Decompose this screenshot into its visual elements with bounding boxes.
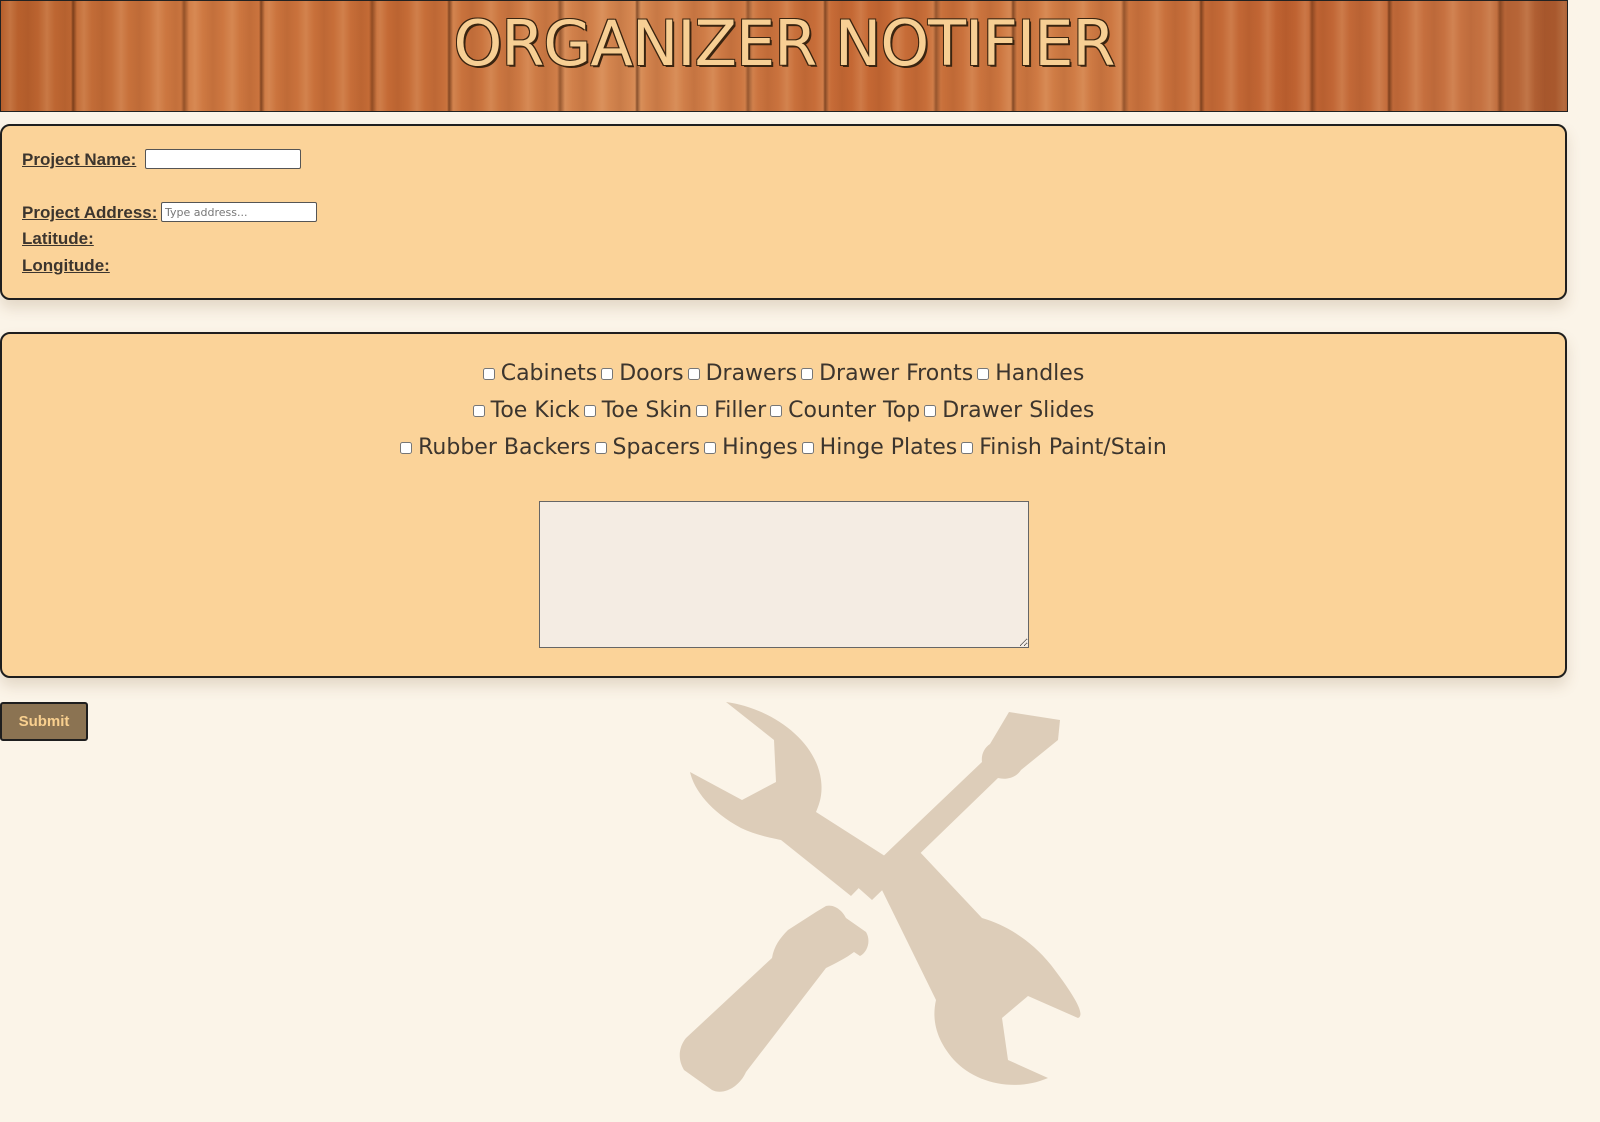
items-panel: Cabinets Doors Drawers Drawer Fronts Handles… xyxy=(0,332,1567,678)
checkbox-toe-kick[interactable] xyxy=(472,405,485,417)
longitude-label: Longitude: xyxy=(22,256,110,275)
checkbox-item-hinges[interactable]: Hinges xyxy=(704,430,798,467)
checkbox-cabinets[interactable] xyxy=(482,368,495,381)
notes-textarea[interactable] xyxy=(539,501,1029,648)
checkbox-label: Rubber Backers xyxy=(418,434,591,460)
checkbox-hinge-plates[interactable] xyxy=(801,441,814,454)
checkbox-row: Cabinets Doors Drawers Drawer Fronts Handles xyxy=(2,356,1565,393)
checkbox-label: Handles xyxy=(995,361,1085,386)
checkbox-label: Finish Paint/Stain xyxy=(979,434,1167,460)
checkbox-label: Doors xyxy=(619,361,684,386)
checkbox-row: Rubber Backers Spacers Hinges Hinge Plates F… xyxy=(2,430,1565,467)
latitude-label: Latitude: xyxy=(22,229,94,248)
submit-button[interactable]: Submit xyxy=(0,702,88,741)
checkbox-label: Filler xyxy=(714,397,767,423)
checkbox-item-doors[interactable]: Doors xyxy=(601,356,684,393)
checkbox-finish-paint-stain[interactable] xyxy=(961,441,974,454)
checkbox-item-drawer-slides[interactable]: Drawer Slides xyxy=(924,393,1094,430)
header-banner: ORGANIZER NOTIFIER xyxy=(0,0,1568,112)
checkbox-item-rubber-backers[interactable]: Rubber Backers xyxy=(400,430,591,467)
checkbox-row: Toe Kick Toe Skin Filler Counter Top Drawer … xyxy=(2,393,1565,430)
checkbox-label: Spacers xyxy=(612,434,701,460)
project-address-input[interactable] xyxy=(161,202,317,222)
checkbox-toe-skin[interactable] xyxy=(583,405,596,417)
checkbox-handles[interactable] xyxy=(977,368,990,381)
item-checkbox-group: Cabinets Doors Drawers Drawer Fronts Handles… xyxy=(2,356,1565,466)
project-name-input[interactable] xyxy=(145,149,301,169)
checkbox-item-counter-top[interactable]: Counter Top xyxy=(770,393,920,430)
checkbox-item-cabinets[interactable]: Cabinets xyxy=(482,356,598,393)
checkbox-rubber-backers[interactable] xyxy=(400,441,413,454)
checkbox-drawer-slides[interactable] xyxy=(924,405,937,417)
checkbox-spacers[interactable] xyxy=(594,441,607,454)
checkbox-item-handles[interactable]: Handles xyxy=(977,356,1084,393)
checkbox-label: Drawer Slides xyxy=(942,397,1095,423)
checkbox-drawer-fronts[interactable] xyxy=(801,368,814,381)
checkbox-counter-top[interactable] xyxy=(770,405,783,417)
checkbox-label: Toe Kick xyxy=(490,397,580,423)
checkbox-drawers[interactable] xyxy=(687,368,700,381)
checkbox-label: Hinge Plates xyxy=(819,434,958,460)
checkbox-label: Toe Skin xyxy=(601,397,693,423)
page-title: ORGANIZER NOTIFIER xyxy=(453,7,1116,80)
project-info-panel: Project Name: Project Address: Latitude:… xyxy=(0,124,1567,300)
checkbox-label: Hinges xyxy=(722,434,798,460)
checkbox-filler[interactable] xyxy=(696,405,709,417)
checkbox-label: Cabinets xyxy=(500,361,598,386)
checkbox-label: Drawers xyxy=(705,361,798,386)
checkbox-item-toe-kick[interactable]: Toe Kick xyxy=(472,393,580,430)
checkbox-hinges[interactable] xyxy=(704,441,717,454)
checkbox-item-drawers[interactable]: Drawers xyxy=(687,356,798,393)
checkbox-item-toe-skin[interactable]: Toe Skin xyxy=(583,393,693,430)
project-name-label: Project Name: xyxy=(22,150,137,169)
wrench-screwdriver-icon xyxy=(679,702,1081,1092)
checkbox-item-hinge-plates[interactable]: Hinge Plates xyxy=(801,430,958,467)
checkbox-item-drawer-fronts[interactable]: Drawer Fronts xyxy=(801,356,973,393)
checkbox-item-filler[interactable]: Filler xyxy=(696,393,766,430)
project-address-label: Project Address: xyxy=(22,203,158,222)
checkbox-item-finish-paint-stain[interactable]: Finish Paint/Stain xyxy=(961,430,1167,467)
checkbox-item-spacers[interactable]: Spacers xyxy=(594,430,701,467)
checkbox-label: Drawer Fronts xyxy=(819,361,974,386)
checkbox-label: Counter Top xyxy=(788,397,921,423)
checkbox-doors[interactable] xyxy=(601,368,614,381)
